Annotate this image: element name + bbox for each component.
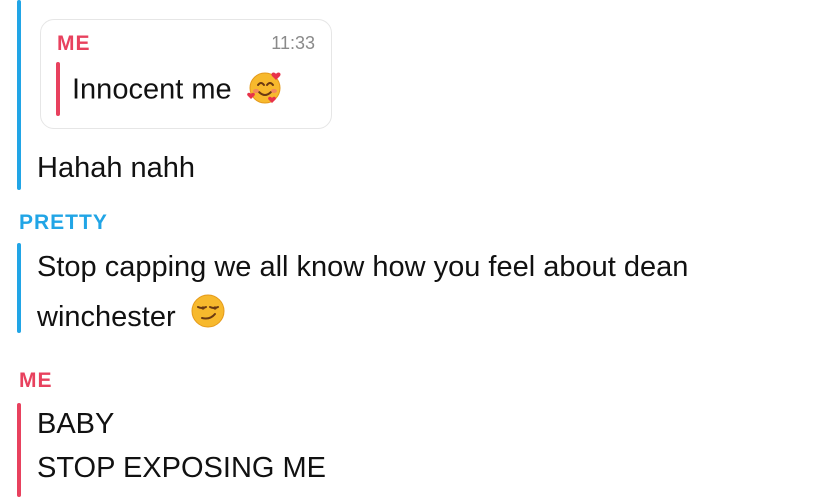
sender-label-me: ME	[19, 369, 53, 392]
quoted-accent-bar	[56, 62, 60, 116]
sender-label-pretty: PRETTY	[19, 211, 108, 234]
smiling-face-with-hearts-icon	[246, 68, 284, 114]
me-message-line2: STOP EXPOSING ME	[37, 452, 327, 484]
thread-bar-me	[17, 403, 21, 497]
quoted-message-text: Innocent me	[72, 68, 284, 114]
thread-bar-top	[17, 0, 21, 190]
message-text-hahah: Hahah nahh	[37, 152, 196, 184]
thread-bar-pretty	[17, 243, 21, 333]
quoted-timestamp: 11:33	[271, 33, 315, 53]
quoted-message-card[interactable]: ME 11:33 Innocent me	[40, 19, 332, 129]
smirking-face-icon	[190, 293, 226, 344]
me-message-line1: BABY	[37, 408, 115, 440]
pretty-message-line1: Stop capping we all know how you feel ab…	[37, 251, 689, 283]
quoted-text: Innocent me	[72, 73, 232, 106]
pretty-message-line2-text: winchester	[37, 301, 176, 334]
quoted-sender-label: ME	[57, 32, 91, 55]
pretty-message-line2: winchester	[37, 293, 226, 344]
